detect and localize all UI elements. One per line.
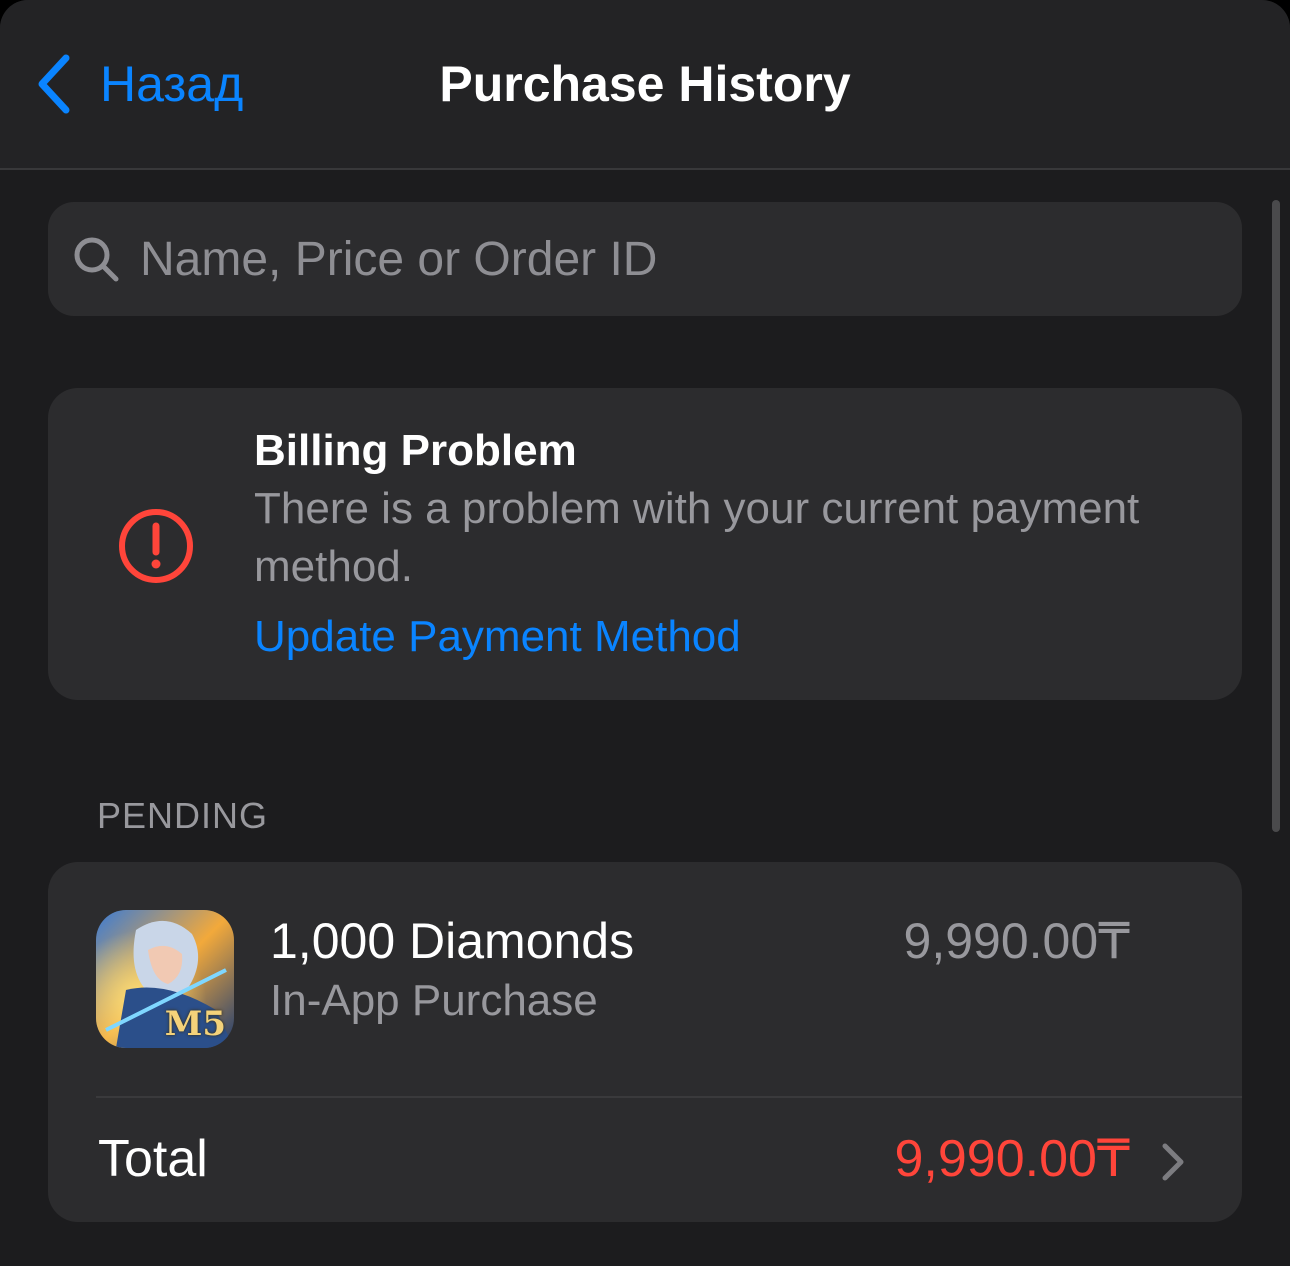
pending-section-header: PENDING	[97, 795, 269, 836]
search-icon	[74, 237, 119, 282]
navigation-bar: Назад Purchase History	[0, 0, 1290, 170]
app-icon-badge: M5	[164, 1004, 226, 1044]
scrollbar[interactable]	[1272, 200, 1280, 832]
billing-problem-card: Billing Problem There is a problem with …	[48, 388, 1242, 700]
pending-purchase-card: M5 1,000 Diamonds In-App Purchase 9,990.…	[48, 862, 1242, 1222]
total-row[interactable]: Total 9,990.00₸	[48, 1098, 1242, 1222]
total-label: Total	[98, 1130, 208, 1188]
search-bar[interactable]	[48, 202, 1242, 316]
purchase-item-price: 9,990.00₸	[903, 913, 1130, 969]
page-title: Purchase History	[439, 56, 851, 112]
purchase-item-subtitle: In-App Purchase	[270, 976, 598, 1025]
chevron-right-icon	[1162, 1143, 1184, 1181]
update-payment-method-link[interactable]: Update Payment Method	[254, 610, 741, 664]
search-input[interactable]	[140, 231, 1180, 287]
app-icon: M5	[96, 910, 234, 1048]
total-value: 9,990.00₸	[894, 1130, 1131, 1188]
exclamation-circle-icon	[119, 509, 193, 583]
billing-problem-message: There is a problem with your current pay…	[254, 484, 1140, 591]
purchase-item-title: 1,000 Diamonds	[270, 913, 635, 969]
billing-problem-title: Billing Problem	[254, 426, 577, 475]
purchase-history-sheet: Назад Purchase History Billing Problem T…	[0, 0, 1290, 1266]
